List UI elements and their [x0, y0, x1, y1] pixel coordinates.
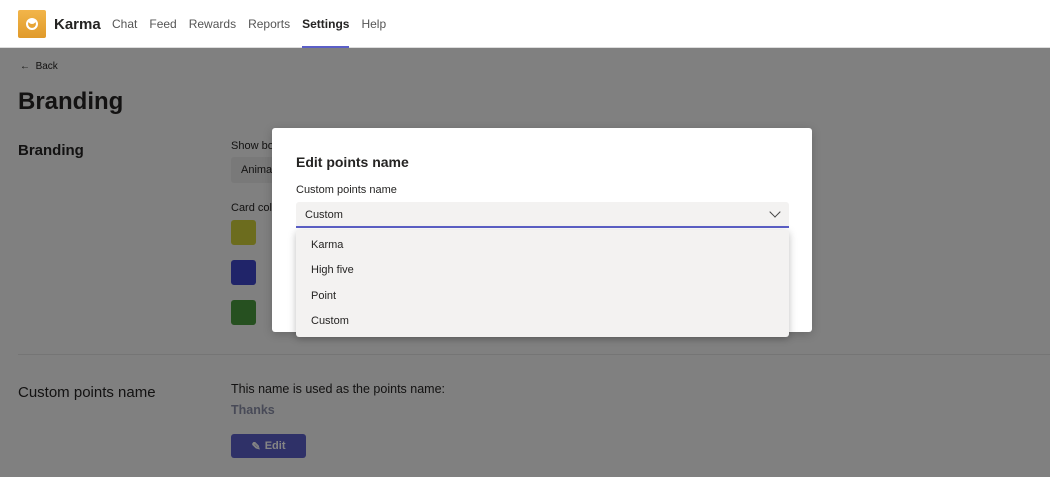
tab-rewards[interactable]: Rewards [189, 17, 236, 48]
chevron-down-icon [769, 206, 781, 218]
tab-chat[interactable]: Chat [112, 17, 137, 48]
field-label: Custom points name [296, 184, 397, 196]
option-high-five[interactable]: High five [296, 262, 789, 287]
tab-settings[interactable]: Settings [302, 17, 350, 48]
nav-tabs: Chat Feed Rewards Reports Settings Help [112, 17, 398, 48]
karma-logo-icon [18, 10, 46, 38]
option-custom[interactable]: Custom [296, 313, 789, 338]
tab-reports[interactable]: Reports [248, 17, 290, 48]
top-bar: Karma Chat Feed Rewards Reports Settings… [0, 0, 1050, 48]
app-name: Karma [54, 16, 101, 33]
dropdown-value: Custom [305, 209, 343, 221]
tab-help[interactable]: Help [361, 17, 386, 48]
option-karma[interactable]: Karma [296, 237, 789, 262]
dialog-title: Edit points name [296, 154, 409, 170]
tab-feed[interactable]: Feed [149, 17, 176, 48]
points-name-dropdown[interactable]: Custom [296, 202, 789, 228]
dropdown-options: Karma High five Point Custom [296, 230, 789, 337]
option-point[interactable]: Point [296, 288, 789, 313]
